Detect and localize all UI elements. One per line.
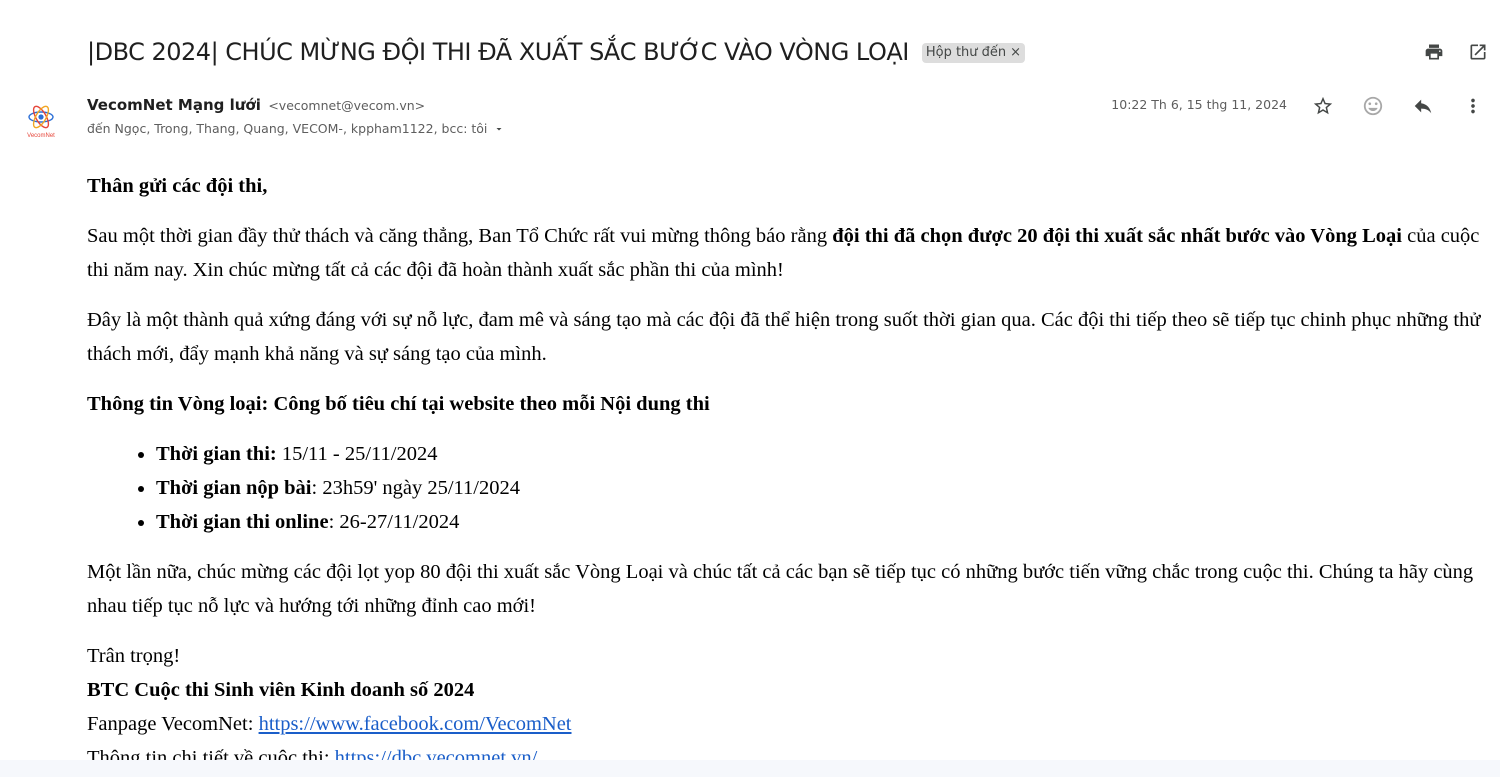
email-timestamp: 10:22 Th 6, 15 thg 11, 2024 xyxy=(1111,97,1287,112)
emoji-icon[interactable] xyxy=(1348,92,1398,120)
list-item: Thời gian nộp bài: 23h59' ngày 25/11/202… xyxy=(156,471,1492,505)
bottom-edge xyxy=(0,760,1500,777)
signature: Trân trọng! BTC Cuộc thi Sinh viên Kinh … xyxy=(87,639,1492,775)
list-item: Thời gian thi: 15/11 - 25/11/2024 xyxy=(156,437,1492,471)
reply-icon[interactable] xyxy=(1398,92,1448,120)
caret-down-icon[interactable] xyxy=(493,123,505,135)
recipients-text: đến Ngọc, Trong, Thang, Quang, VECOM-, k… xyxy=(87,121,488,136)
recipients-line: đến Ngọc, Trong, Thang, Quang, VECOM-, k… xyxy=(87,121,505,136)
message-actions xyxy=(1298,92,1498,120)
email-subject: |DBC 2024| CHÚC MỪNG ĐỘI THI ĐÃ XUẤT SẮC… xyxy=(87,38,909,66)
sender-line: VecomNet Mạng lưới <vecomnet@vecom.vn> xyxy=(87,96,425,115)
fanpage-link[interactable]: https://www.facebook.com/VecomNet xyxy=(259,713,572,735)
more-vert-icon[interactable] xyxy=(1448,92,1498,120)
email-body: Thân gửi các đội thi, Sau một thời gian … xyxy=(87,169,1492,775)
sender-email: <vecomnet@vecom.vn> xyxy=(268,98,426,113)
info-heading: Thông tin Vòng loại: Công bố tiêu chí tạ… xyxy=(87,393,710,415)
avatar-text: VecomNet xyxy=(27,133,55,139)
fanpage-label: Fanpage VecomNet: xyxy=(87,713,259,735)
star-icon[interactable] xyxy=(1298,92,1348,120)
thread-actions xyxy=(1412,38,1500,66)
subject-row: |DBC 2024| CHÚC MỪNG ĐỘI THI ĐÃ XUẤT SẮC… xyxy=(87,34,1026,70)
paragraph-announcement: Sau một thời gian đầy thử thách và căng … xyxy=(87,225,1480,281)
remove-label-button[interactable]: × xyxy=(1010,45,1021,60)
inbox-label-text: Hộp thư đến xyxy=(925,45,1007,60)
greeting: Thân gửi các đội thi, xyxy=(87,175,268,197)
signature-org: BTC Cuộc thi Sinh viên Kinh doanh số 202… xyxy=(87,679,475,701)
paragraph-congrats: Một lần nữa, chúc mừng các đội lọt yop 8… xyxy=(87,561,1474,617)
closing: Trân trọng! xyxy=(87,645,181,667)
print-icon[interactable] xyxy=(1412,38,1456,66)
open-in-new-icon[interactable] xyxy=(1456,38,1500,66)
sender-avatar[interactable]: VecomNet xyxy=(16,95,66,145)
inbox-label-chip[interactable]: Hộp thư đến × xyxy=(921,43,1026,63)
schedule-list: Thời gian thi: 15/11 - 25/11/2024 Thời g… xyxy=(87,437,1492,539)
paragraph-achievement: Đây là một thành quả xứng đáng với sự nỗ… xyxy=(87,309,1481,365)
list-item: Thời gian thi online: 26-27/11/2024 xyxy=(156,505,1492,539)
sender-name[interactable]: VecomNet Mạng lưới xyxy=(87,96,261,114)
